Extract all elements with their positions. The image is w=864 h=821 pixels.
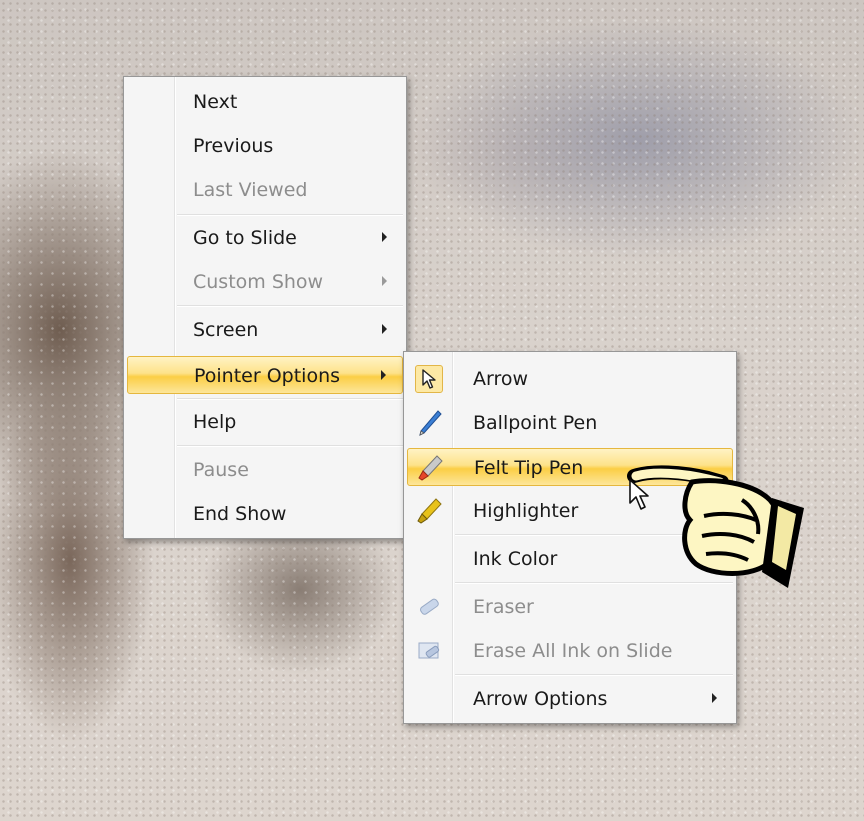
menu-item-label: Go to Slide xyxy=(193,227,297,249)
erase-all-ink-icon xyxy=(415,637,443,665)
submenu-item-label: Ink Color xyxy=(473,548,558,570)
menu-item-last-viewed: Last Viewed xyxy=(127,171,403,209)
menu-item-pointer-options[interactable]: Pointer Options xyxy=(127,356,403,394)
submenu-item-ballpoint-pen[interactable]: Ballpoint Pen xyxy=(407,404,733,442)
submenu-item-label: Ballpoint Pen xyxy=(473,412,598,434)
mouse-cursor-icon xyxy=(629,479,649,510)
submenu-item-label: Felt Tip Pen xyxy=(474,457,584,479)
submenu-item-label: Erase All Ink on Slide xyxy=(473,640,673,662)
submenu-arrow-icon xyxy=(382,276,387,286)
submenu-item-arrow[interactable]: Arrow xyxy=(407,360,733,398)
menu-item-screen[interactable]: Screen xyxy=(127,311,403,349)
ballpoint-pen-icon xyxy=(415,409,443,437)
submenu-item-erase-all-ink: Erase All Ink on Slide xyxy=(407,632,733,670)
submenu-item-label: Arrow Options xyxy=(473,688,608,710)
felt-tip-pen-icon xyxy=(416,454,444,482)
menu-separator xyxy=(455,674,733,676)
menu-item-pause: Pause xyxy=(127,451,403,489)
submenu-item-arrow-options[interactable]: Arrow Options xyxy=(407,680,733,718)
submenu-arrow-icon xyxy=(382,232,387,242)
menu-item-label: Screen xyxy=(193,319,259,341)
eraser-icon xyxy=(415,593,443,621)
submenu-arrow-icon xyxy=(381,370,386,380)
menu-item-help[interactable]: Help xyxy=(127,403,403,441)
submenu-item-label: Eraser xyxy=(473,596,534,618)
menu-item-next[interactable]: Next xyxy=(127,83,403,121)
submenu-item-label: Highlighter xyxy=(473,500,579,522)
menu-separator xyxy=(177,445,403,447)
submenu-arrow-icon xyxy=(712,693,717,703)
submenu-arrow-icon xyxy=(382,324,387,334)
menu-item-go-to-slide[interactable]: Go to Slide xyxy=(127,219,403,257)
menu-separator xyxy=(177,214,403,216)
menu-item-label: Last Viewed xyxy=(193,179,308,201)
slide-show-context-menu: Next Previous Last Viewed Go to Slide Cu… xyxy=(123,76,407,539)
menu-item-end-show[interactable]: End Show xyxy=(127,495,403,533)
menu-item-label: Previous xyxy=(193,135,274,157)
menu-item-label: Help xyxy=(193,411,237,433)
submenu-item-eraser: Eraser xyxy=(407,588,733,626)
menu-separator xyxy=(177,398,403,400)
arrow-pointer-icon xyxy=(415,365,443,393)
menu-separator xyxy=(177,305,403,307)
menu-item-label: Pointer Options xyxy=(194,365,341,387)
menu-item-label: Next xyxy=(193,91,238,113)
menu-item-previous[interactable]: Previous xyxy=(127,127,403,165)
menu-item-custom-show: Custom Show xyxy=(127,263,403,301)
highlighter-icon xyxy=(415,497,443,525)
menu-item-label: Custom Show xyxy=(193,271,324,293)
submenu-item-label: Arrow xyxy=(473,368,529,390)
menu-item-label: Pause xyxy=(193,459,249,481)
menu-item-label: End Show xyxy=(193,503,287,525)
